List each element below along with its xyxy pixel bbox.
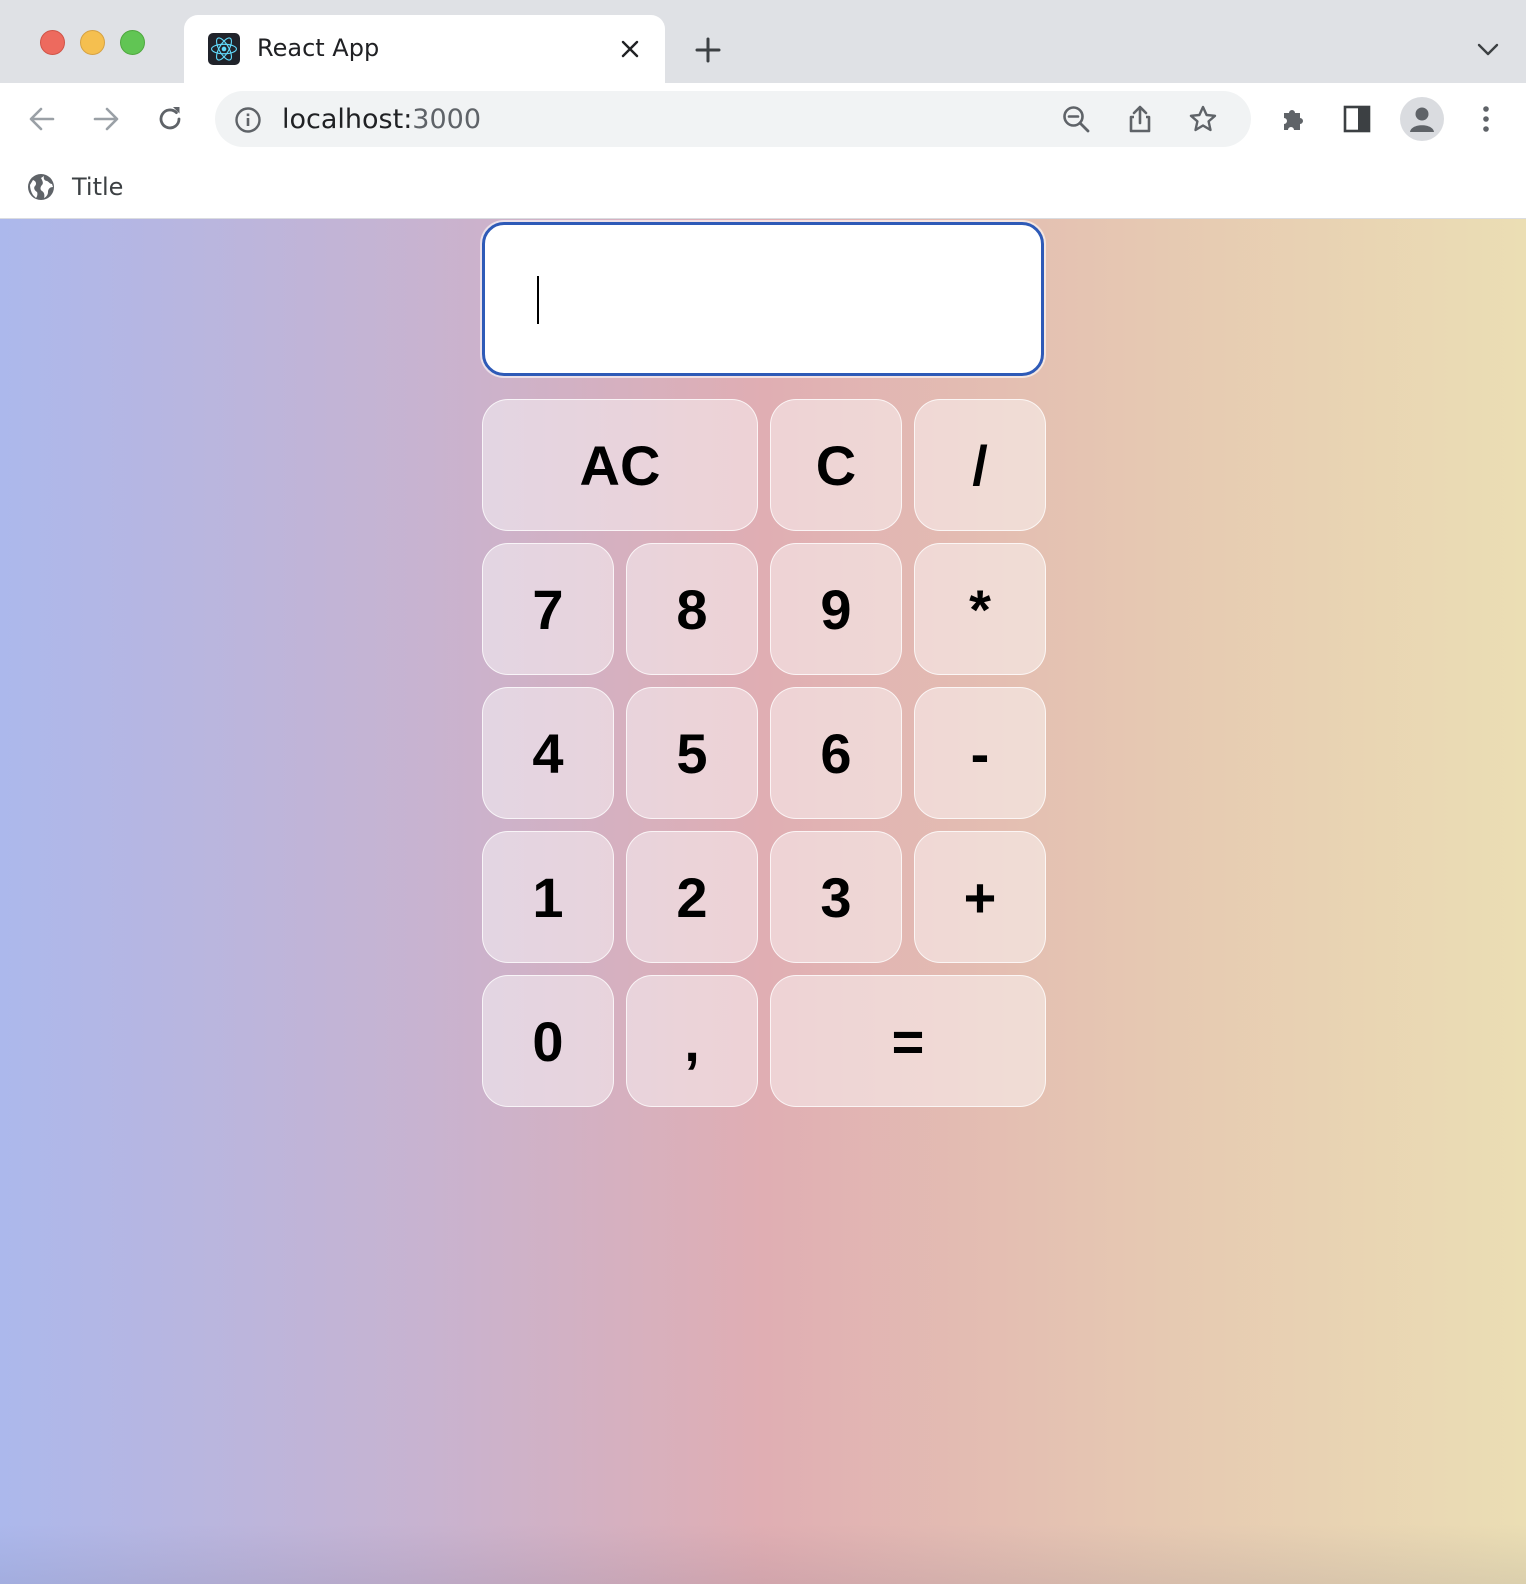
key-4[interactable]: 4 <box>482 687 614 819</box>
reload-icon[interactable] <box>150 99 190 139</box>
url-port: 3000 <box>412 104 482 135</box>
tab-strip: React App <box>0 0 1526 83</box>
address-bar[interactable]: localhost:3000 <box>215 91 1251 147</box>
key-6[interactable]: 6 <box>770 687 902 819</box>
url-host: localhost: <box>282 104 413 135</box>
browser-menu-kebab-icon[interactable] <box>1466 99 1506 139</box>
browser-toolbar: localhost:3000 <box>0 83 1526 155</box>
key-9[interactable]: 9 <box>770 543 902 675</box>
site-info-icon[interactable] <box>233 105 263 135</box>
key-all-clear[interactable]: AC <box>482 399 758 531</box>
extensions-puzzle-icon[interactable] <box>1274 99 1314 139</box>
browser-window: React App localhost:3000 Title AC C / 7 … <box>0 0 1526 1584</box>
share-icon[interactable] <box>1122 101 1158 137</box>
tab-search-chevron-down-icon[interactable] <box>1470 32 1506 68</box>
new-tab-plus-icon[interactable] <box>690 32 726 68</box>
key-1[interactable]: 1 <box>482 831 614 963</box>
maximize-window-button[interactable] <box>120 30 145 55</box>
bookmarks-bar: Title <box>0 155 1526 219</box>
react-logo-icon <box>208 33 240 65</box>
key-divide[interactable]: / <box>914 399 1046 531</box>
bookmark-star-icon[interactable] <box>1185 101 1221 137</box>
key-3[interactable]: 3 <box>770 831 902 963</box>
key-8[interactable]: 8 <box>626 543 758 675</box>
key-equals[interactable]: = <box>770 975 1046 1107</box>
key-0[interactable]: 0 <box>482 975 614 1107</box>
bookmark-item-title[interactable]: Title <box>26 167 123 207</box>
bookmark-label: Title <box>72 173 124 201</box>
key-decimal[interactable]: , <box>626 975 758 1107</box>
profile-avatar-icon[interactable] <box>1400 97 1444 141</box>
close-window-button[interactable] <box>40 30 65 55</box>
key-add[interactable]: + <box>914 831 1046 963</box>
key-2[interactable]: 2 <box>626 831 758 963</box>
tab-react-app[interactable]: React App <box>184 15 665 83</box>
key-subtract[interactable]: - <box>914 687 1046 819</box>
tab-close-icon[interactable] <box>614 33 646 65</box>
key-multiply[interactable]: * <box>914 543 1046 675</box>
calculator-display-input[interactable] <box>482 222 1044 376</box>
text-caret <box>537 276 539 324</box>
minimize-window-button[interactable] <box>80 30 105 55</box>
key-7[interactable]: 7 <box>482 543 614 675</box>
side-panel-icon[interactable] <box>1337 99 1377 139</box>
back-arrow-icon[interactable] <box>22 99 62 139</box>
key-clear[interactable]: C <box>770 399 902 531</box>
zoom-out-icon[interactable] <box>1058 101 1094 137</box>
url-text: localhost:3000 <box>282 104 481 135</box>
key-5[interactable]: 5 <box>626 687 758 819</box>
page-viewport: AC C / 7 8 9 * 4 5 6 - 1 2 3 + 0 , = <box>0 219 1526 1584</box>
tab-title: React App <box>257 34 380 62</box>
calculator-keypad: AC C / 7 8 9 * 4 5 6 - 1 2 3 + 0 , = <box>482 399 1046 1107</box>
forward-arrow-icon[interactable] <box>86 99 126 139</box>
globe-icon <box>28 174 54 200</box>
